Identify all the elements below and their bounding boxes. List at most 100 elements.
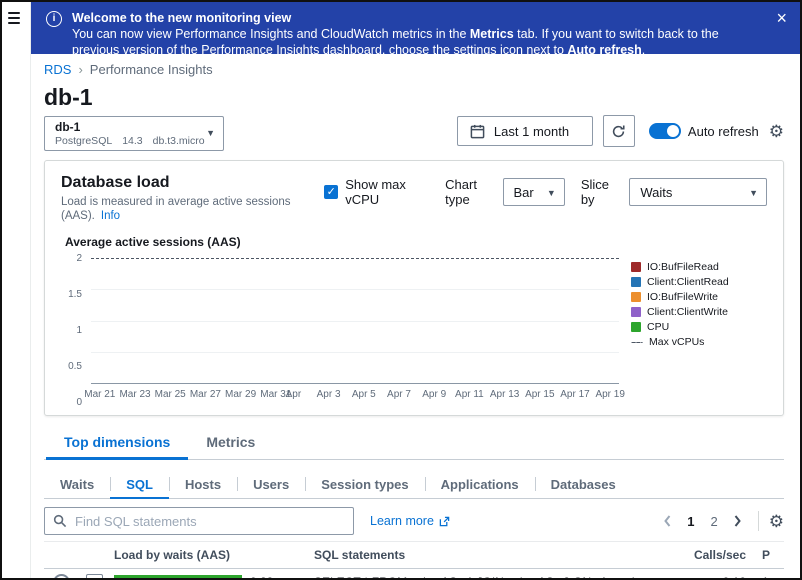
bar-series [93,259,617,384]
bar-mar-28[interactable] [215,259,232,384]
instance-selector-dropdown[interactable]: db-1 PostgreSQL 14.3 db.t3.micro ▼ [44,116,224,151]
tab-sql[interactable]: SQL [110,470,169,498]
page-1-button[interactable]: 1 [680,512,701,531]
tab-databases[interactable]: Databases [535,470,632,498]
bar-apr-18[interactable] [582,259,599,384]
app-window: i Welcome to the new monitoring view You… [0,0,802,580]
bar-apr-9[interactable] [425,259,442,384]
banner-bold-auto-refresh: Auto refresh [567,43,641,57]
legend-color-swatch [631,277,641,287]
legend-label: Max vCPUs [649,336,704,348]
time-range-button[interactable]: Last 1 month [457,116,593,146]
tab-session-types[interactable]: Session types [305,470,424,498]
main-tabs: Top dimensions Metrics [44,424,784,460]
search-input[interactable] [44,507,354,535]
chart-type-select[interactable]: Bar ▼ [503,178,565,206]
show-max-vcpu-label: Show max vCPU [345,177,429,207]
bar-mar-30[interactable] [250,259,267,384]
next-page-button[interactable] [727,513,748,529]
bar-mar-29[interactable] [233,259,250,384]
legend-color-swatch [631,307,641,317]
page-title: db-1 [44,84,784,110]
previous-page-button[interactable] [657,513,678,529]
breadcrumb: RDS › Performance Insights [44,62,784,78]
legend-color-swatch [631,322,641,332]
x-tick-label: Apr 9 [422,389,446,400]
breadcrumb-rds-link[interactable]: RDS [44,62,71,78]
learn-more-link[interactable]: Learn more [370,514,450,528]
sql-statement[interactable]: SELECT * FROM sales AS s1 JOIN sales AS … [306,575,676,580]
menu-icon[interactable] [8,12,24,24]
chevron-down-icon: ▼ [206,128,215,138]
bar-apr-15[interactable] [530,259,547,384]
bar-apr-10[interactable] [442,259,459,384]
bar-apr-8[interactable] [407,259,424,384]
column-truncated: P [754,548,784,562]
bar-apr-14[interactable] [512,259,529,384]
table-header: Load by waits (AAS) SQL statements Calls… [44,541,784,569]
bar-mar-26[interactable] [180,259,197,384]
banner-body: You can now view Performance Insights an… [72,26,754,58]
chart-title: Average active sessions (AAS) [65,235,767,249]
pagination: 1 2 ⚙ [657,511,784,531]
auto-refresh-control: Auto refresh [649,123,759,139]
bar-apr-16[interactable] [547,259,564,384]
legend-label: Client:ClientWrite [647,306,728,318]
search-icon [53,514,67,528]
panel-controls: ✓ Show max vCPU Chart type Bar ▼ Slice b… [324,173,767,207]
instance-class: db.t3.micro [153,135,205,147]
close-icon[interactable]: × [776,9,787,27]
chevron-down-icon: ▼ [547,188,556,198]
slice-by-select[interactable]: Waits ▼ [629,178,767,206]
bar-apr-4[interactable] [338,259,355,384]
calendar-icon [470,124,485,139]
bar-apr-3[interactable] [320,259,337,384]
show-max-vcpu-checkbox[interactable]: ✓ [324,185,338,199]
table-body: +0.23SELECT * FROM sales AS s1 JOIN sale… [44,569,784,580]
bar-mar-31[interactable] [268,259,285,384]
bar-apr-6[interactable] [373,259,390,384]
legend-color-swatch [631,262,641,272]
bar-apr-2[interactable] [303,259,320,384]
page-2-button[interactable]: 2 [704,512,725,531]
tab-metrics[interactable]: Metrics [188,424,273,459]
table-settings-gear-icon[interactable]: ⚙ [769,513,784,530]
settings-gear-icon[interactable]: ⚙ [769,123,784,140]
bar-mar-27[interactable] [198,259,215,384]
chart: 00.511.52 Mar 21Mar 23Mar 25Mar 27Mar 29… [61,259,767,403]
refresh-button[interactable] [603,115,635,147]
bar-mar-24[interactable] [145,259,162,384]
bar-apr-1[interactable] [285,259,302,384]
bar-mar-22[interactable] [110,259,127,384]
y-tick-label: 2 [76,254,82,264]
tab-applications[interactable]: Applications [425,470,535,498]
x-tick-label: Apr 19 [595,389,624,400]
tab-users[interactable]: Users [237,470,305,498]
instance-name: db-1 [55,120,201,134]
info-banner: i Welcome to the new monitoring view You… [30,2,800,54]
bar-apr-19[interactable] [600,259,617,384]
bar-apr-7[interactable] [390,259,407,384]
x-tick-label: Mar 27 [190,389,221,400]
tab-waits[interactable]: Waits [44,470,110,498]
sql-statements-table: Load by waits (AAS) SQL statements Calls… [44,541,784,580]
bar-apr-17[interactable] [565,259,582,384]
bar-mar-23[interactable] [128,259,145,384]
instance-version: 14.3 [122,135,142,147]
auto-refresh-toggle[interactable] [649,123,681,139]
bar-mar-25[interactable] [163,259,180,384]
bar-apr-5[interactable] [355,259,372,384]
info-link[interactable]: Info [101,210,120,222]
row-expand-button[interactable]: + [86,574,103,580]
x-tick-label: Mar 25 [155,389,186,400]
chart-type-label: Chart type [445,177,494,207]
bar-apr-12[interactable] [477,259,494,384]
bar-apr-13[interactable] [495,259,512,384]
x-tick-label: Apr 11 [455,389,484,400]
bar-mar-21[interactable] [93,259,110,384]
row-radio[interactable] [53,574,70,580]
tab-top-dimensions[interactable]: Top dimensions [46,424,188,459]
bar-apr-11[interactable] [460,259,477,384]
instance-details: PostgreSQL 14.3 db.t3.micro [55,135,201,147]
tab-hosts[interactable]: Hosts [169,470,237,498]
